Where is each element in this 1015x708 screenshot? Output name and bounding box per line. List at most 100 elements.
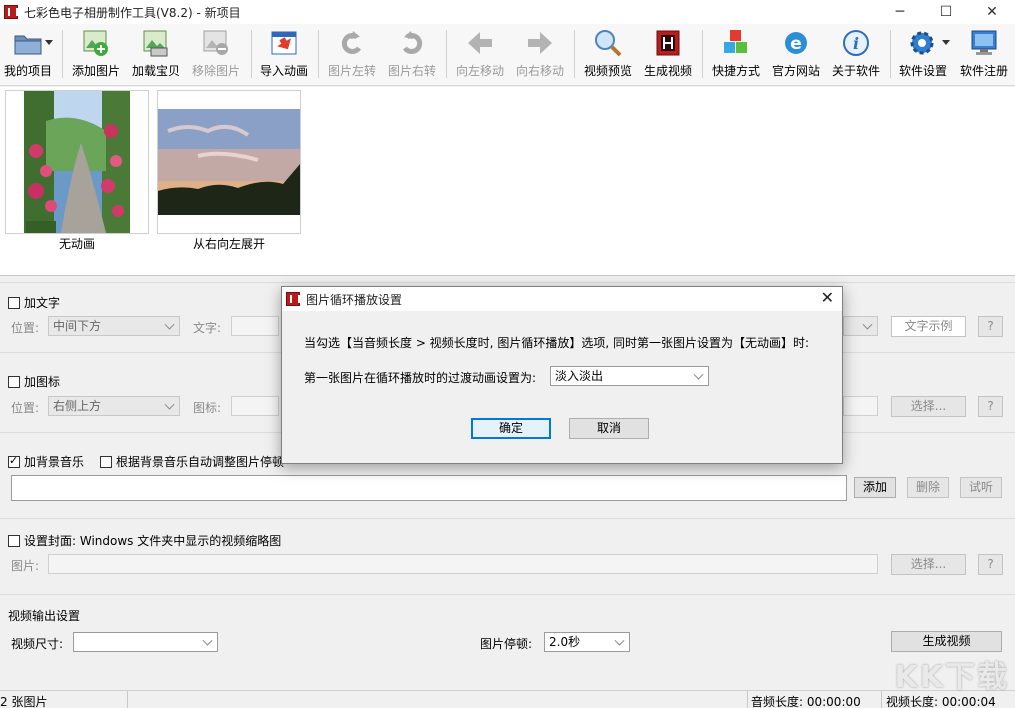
thumbnail-1-caption: 无动画 [5,235,149,252]
my-projects-button[interactable]: 我的项目 [2,28,54,82]
generate-video-toolbar-button[interactable]: 生成视频 [641,28,695,82]
svg-text:e: e [790,34,802,54]
dialog-title: 图片循环播放设置 [306,291,402,308]
video-preview-button[interactable]: 视频预览 [581,28,635,82]
settings-button[interactable]: 软件设置 [896,28,950,82]
dialog-close-icon[interactable]: ✕ [821,288,834,307]
cover-help-button[interactable]: ? [978,554,1003,575]
music-add-button[interactable]: 添加 [854,477,896,498]
load-item-button[interactable]: 加载宝贝 [129,28,183,82]
auto-adjust-checkbox-box[interactable] [100,456,112,468]
maximize-button[interactable]: ☐ [923,0,969,24]
video-preview-label: 视频预览 [584,62,632,79]
icon-file-input[interactable] [231,396,279,416]
arrow-left-icon [465,28,495,58]
rotate-right-button[interactable]: 图片右转 [385,28,439,82]
about-button[interactable]: i 关于软件 [829,28,883,82]
text-content-label: 文字: [193,319,221,336]
image-pause-select[interactable]: 2.0秒 [544,632,630,652]
set-cover-checkbox-box[interactable] [8,535,20,547]
move-right-button[interactable]: 向右移动 [513,28,567,82]
text-sample-button[interactable]: 文字示例 [891,316,966,337]
dialog-cancel-button[interactable]: 取消 [569,418,649,439]
cover-image-label: 图片: [11,557,39,574]
about-label: 关于软件 [832,62,880,79]
add-music-checkbox[interactable]: 加背景音乐 [8,453,84,470]
rotate-right-icon [397,28,427,58]
import-animation-button[interactable]: 导入动画 [257,28,311,82]
dialog-ok-button[interactable]: 确定 [471,418,551,439]
official-website-button[interactable]: e 官方网站 [769,28,823,82]
auto-adjust-checkbox[interactable]: 根据背景音乐自动调整图片停顿 [100,453,284,470]
dialog-title-bar: 图片循环播放设置 ✕ [282,287,842,311]
import-animation-icon [269,28,299,58]
sunset-sky-photo [158,91,300,233]
set-cover-checkbox[interactable]: 设置封面: Windows 文件夹中显示的视频缩略图 [8,532,281,549]
gear-icon [908,28,938,58]
text-content-input[interactable] [231,316,279,336]
magnifier-icon [593,28,623,58]
add-text-checkbox-box[interactable] [8,297,20,309]
load-item-label: 加载宝贝 [132,62,180,79]
cubes-icon [721,28,751,58]
dialog-description: 当勾选【当音频长度 > 视频长度时, 图片循环播放】选项, 同时第一张图片设置为… [304,334,809,351]
text-position-select[interactable]: 中间下方 [48,316,180,336]
move-right-label: 向右移动 [516,62,564,79]
rotate-right-label: 图片右转 [388,62,436,79]
add-image-icon [81,28,111,58]
shortcut-label: 快捷方式 [712,62,760,79]
add-image-label: 添加图片 [72,62,120,79]
video-size-select[interactable] [73,632,218,652]
cover-image-input[interactable] [48,554,878,574]
output-section: 视频输出设置 视频尺寸: 图片停顿: 2.0秒 生成视频 [0,594,1015,670]
info-icon: i [841,28,871,58]
rotate-left-label: 图片左转 [328,62,376,79]
move-left-button[interactable]: 向左移动 [453,28,507,82]
remove-image-label: 移除图片 [192,62,240,79]
music-delete-button[interactable]: 删除 [907,477,949,498]
arrow-right-icon [525,28,555,58]
text-help-button[interactable]: ? [978,316,1003,337]
transition-select[interactable]: 淡入淡出 [550,366,709,386]
register-button[interactable]: 软件注册 [957,28,1011,82]
icon-position-label: 位置: [11,399,39,416]
rotate-left-button[interactable]: 图片左转 [325,28,379,82]
status-bar: 2 张图片 音频长度: 00:00:00 视频长度: 00:00:04 [0,690,1015,708]
thumbnail-1[interactable] [5,90,149,234]
icon-position-select[interactable]: 右侧上方 [48,396,180,416]
close-button[interactable]: ✕ [969,0,1015,24]
thumbnail-2-caption: 从右向左展开 [157,235,301,252]
app-logo-icon [4,5,18,19]
cover-section: 设置封面: Windows 文件夹中显示的视频缩略图 图片: 选择... ? [0,518,1015,594]
toolbar: 我的项目 添加图片 加载宝贝 移除图片 导入动画 图片左转 [0,24,1015,86]
dialog-app-icon [286,292,300,306]
remove-image-button[interactable]: 移除图片 [189,28,243,82]
video-size-label: 视频尺寸: [11,635,63,652]
icon-file-input-end [843,396,878,416]
rotate-left-icon [337,28,367,58]
icon-help-button[interactable]: ? [978,396,1003,417]
icon-file-label: 图标: [193,399,221,416]
folder-icon [13,28,43,58]
thumbnail-panel: 无动画 从右向左展开 [0,87,1015,276]
minimize-button[interactable]: ─ [877,0,923,24]
cover-choose-button[interactable]: 选择... [891,554,966,575]
add-icon-checkbox[interactable]: 加图标 [8,373,60,390]
add-image-button[interactable]: 添加图片 [69,28,123,82]
output-heading: 视频输出设置 [8,607,80,624]
generate-video-button[interactable]: 生成视频 [891,631,1002,652]
icon-choose-button[interactable]: 选择... [891,396,966,417]
audio-length-status: 音频长度: 00:00:00 [751,693,861,708]
add-icon-checkbox-box[interactable] [8,376,20,388]
music-listen-button[interactable]: 试听 [960,477,1002,498]
text-style-select[interactable] [843,316,878,336]
add-music-checkbox-box[interactable] [8,456,20,468]
generate-video-toolbar-label: 生成视频 [644,62,692,79]
shortcut-button[interactable]: 快捷方式 [709,28,763,82]
title-bar: 七彩色电子相册制作工具(V8.2) - 新项目 ─ ☐ ✕ [0,0,1015,24]
music-file-input[interactable] [11,475,847,501]
image-count-status: 2 张图片 [0,693,47,708]
thumbnail-2[interactable] [157,90,301,234]
ie-icon: e [781,28,811,58]
add-text-checkbox[interactable]: 加文字 [8,294,60,311]
